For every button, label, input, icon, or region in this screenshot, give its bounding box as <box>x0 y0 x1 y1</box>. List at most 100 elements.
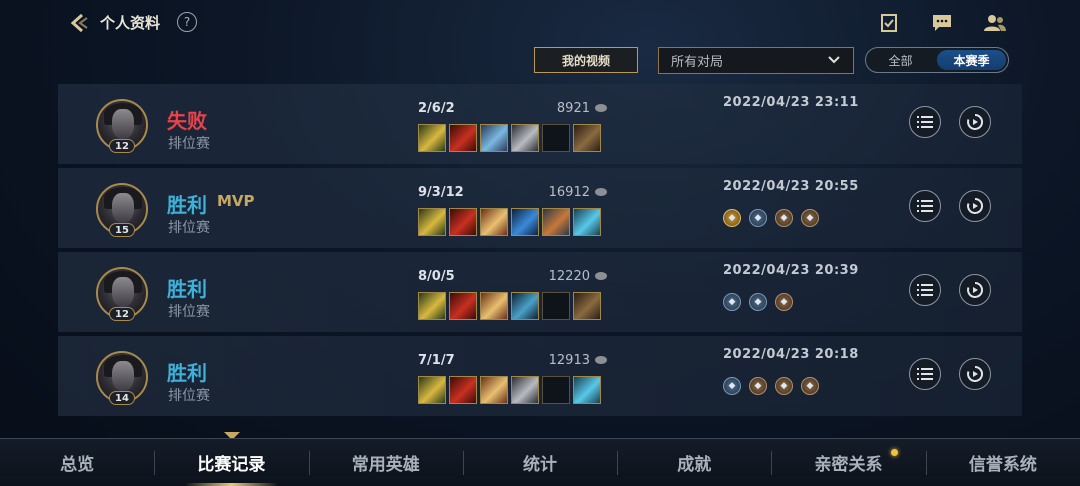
red-blade-item-icon <box>449 208 477 236</box>
back-arrow-icon <box>70 13 88 33</box>
sword-item-icon <box>511 376 539 404</box>
match-detail-button[interactable] <box>909 358 941 390</box>
gold-icon <box>595 104 607 112</box>
boots-item-icon <box>573 124 601 152</box>
item-slots <box>418 124 601 152</box>
match-result: 胜利 <box>167 277 207 301</box>
match-list: 12 失败 排位赛 2/6/2 8921 2022/04/23 23:11 15… <box>58 84 1022 420</box>
match-datetime: 2022/04/23 20:18 <box>723 347 859 362</box>
gold-tri-item-icon <box>418 208 446 236</box>
list-icon <box>917 368 933 380</box>
achievement-badge-icon: ◆ <box>749 377 767 395</box>
gold-icon <box>595 356 607 364</box>
help-icon[interactable]: ? <box>177 12 197 32</box>
achievement-badges: ◆ ◆ ◆ ◆ <box>723 209 819 227</box>
season-option-all[interactable]: 全部 <box>866 48 935 72</box>
achievement-badge-icon: ◆ <box>775 293 793 311</box>
replay-button[interactable] <box>959 274 991 306</box>
wings-item-icon <box>480 208 508 236</box>
bottom-nav-tab[interactable]: 常用英雄 <box>308 439 463 486</box>
match-type-select[interactable]: 所有对局 <box>658 47 854 74</box>
achievement-badges: ◆ ◆ ◆ <box>723 293 793 311</box>
item-slots <box>418 208 601 236</box>
empty-item-slot <box>542 376 570 404</box>
blue-axe-item-icon <box>511 208 539 236</box>
bottom-nav-tab[interactable]: 信誉系统 <box>925 439 1080 486</box>
gold-icon <box>595 272 607 280</box>
gold-icon <box>595 188 607 196</box>
match-detail-button[interactable] <box>909 106 941 138</box>
armor-item-icon <box>542 208 570 236</box>
achievement-badge-icon: ◆ <box>723 377 741 395</box>
kda: 2/6/2 <box>418 101 455 116</box>
match-mode: 排位赛 <box>168 304 210 320</box>
gold-tri-item-icon <box>418 124 446 152</box>
match-row[interactable]: 12 失败 排位赛 2/6/2 8921 2022/04/23 23:11 <box>58 84 1022 164</box>
match-row[interactable]: 14 胜利 排位赛 7/1/7 12913 2022/04/23 20:18 ◆… <box>58 336 1022 416</box>
kda: 9/3/12 <box>418 185 464 200</box>
achievement-badge-icon: ◆ <box>775 377 793 395</box>
bottom-nav-tab[interactable]: 亲密关系 <box>771 439 925 486</box>
replay-icon <box>967 365 984 382</box>
match-row[interactable]: 12 胜利 排位赛 8/0/5 12220 2022/04/23 20:39 ◆… <box>58 252 1022 332</box>
wings-item-icon <box>480 376 508 404</box>
achievement-badge-icon: ◆ <box>801 377 819 395</box>
season-toggle[interactable]: 全部 本赛季 <box>865 47 1009 73</box>
notification-dot <box>891 449 898 456</box>
match-mode: 排位赛 <box>168 220 210 236</box>
spear-item-icon <box>511 292 539 320</box>
hero-level-badge: 12 <box>109 139 135 153</box>
ice-hammer-item-icon <box>573 208 601 236</box>
kda: 8/0/5 <box>418 269 455 284</box>
match-datetime: 2022/04/23 23:11 <box>723 95 859 110</box>
hero-level-badge: 15 <box>109 223 135 237</box>
page-title: 个人资料 <box>100 14 161 32</box>
red-blade-item-icon <box>449 292 477 320</box>
hero-level-badge: 12 <box>109 307 135 321</box>
item-slots <box>418 292 601 320</box>
match-mode: 排位赛 <box>168 136 210 152</box>
list-icon <box>917 200 933 212</box>
empty-item-slot <box>542 124 570 152</box>
kda: 7/1/7 <box>418 353 455 368</box>
replay-icon <box>967 281 984 298</box>
match-mode: 排位赛 <box>168 388 210 404</box>
hero-level-badge: 14 <box>109 391 135 405</box>
match-datetime: 2022/04/23 20:55 <box>723 179 859 194</box>
chevron-down-icon <box>827 54 841 70</box>
sword-item-icon <box>511 124 539 152</box>
list-icon <box>917 116 933 128</box>
red-blade-item-icon <box>449 376 477 404</box>
match-detail-button[interactable] <box>909 190 941 222</box>
empty-item-slot <box>542 292 570 320</box>
gold-tri-item-icon <box>418 292 446 320</box>
replay-icon <box>967 113 984 130</box>
friends-icon[interactable] <box>982 10 1008 36</box>
achievement-badge-icon: ◆ <box>749 293 767 311</box>
my-videos-button[interactable]: 我的视频 <box>534 47 638 73</box>
item-slots <box>418 376 601 404</box>
bottom-nav-tab[interactable]: 成就 <box>617 439 771 486</box>
crystal-ball-item-icon <box>480 124 508 152</box>
gold-tri-item-icon <box>418 376 446 404</box>
achievement-badge-icon: ◆ <box>723 209 741 227</box>
replay-icon <box>967 197 984 214</box>
match-row[interactable]: 15 胜利 MVP 排位赛 9/3/12 16912 2022/04/23 20… <box>58 168 1022 248</box>
match-result: 胜利 <box>167 361 207 385</box>
achievement-badge-icon: ◆ <box>775 209 793 227</box>
chat-icon[interactable] <box>929 10 955 36</box>
bottom-nav-tab[interactable]: 总览 <box>0 439 154 486</box>
bottom-nav-tab[interactable]: 比赛记录 <box>154 439 308 486</box>
match-type-select-value: 所有对局 <box>671 55 724 70</box>
replay-button[interactable] <box>959 190 991 222</box>
back-button[interactable] <box>66 10 92 36</box>
achievement-badge-icon: ◆ <box>749 209 767 227</box>
boots-item-icon <box>573 292 601 320</box>
match-detail-button[interactable] <box>909 274 941 306</box>
season-option-current[interactable]: 本赛季 <box>937 50 1006 70</box>
replay-button[interactable] <box>959 106 991 138</box>
replay-button[interactable] <box>959 358 991 390</box>
bottom-nav-tab[interactable]: 统计 <box>462 439 617 486</box>
mvp-label: MVP <box>217 192 255 210</box>
task-icon[interactable] <box>876 10 902 36</box>
